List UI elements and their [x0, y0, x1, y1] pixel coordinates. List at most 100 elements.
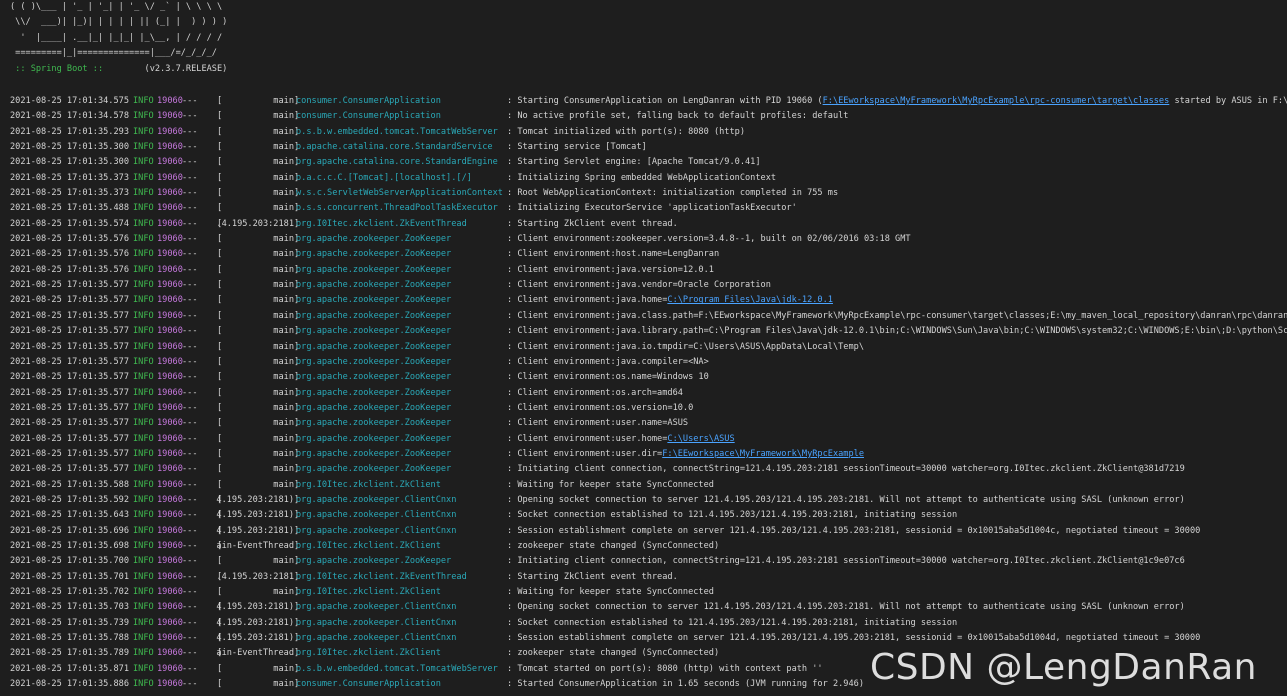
log-message: : Client environment:java.class.path=F:\… [507, 309, 1287, 324]
log-timestamp: 2021-08-25 17:01:35.577 [10, 295, 129, 306]
log-separator: --- [182, 587, 198, 597]
log-level: INFO [133, 464, 154, 475]
log-message: : Waiting for keeper state SyncConnected [507, 585, 714, 600]
log-pid: 19060 [157, 387, 183, 398]
log-message-text: : Initializing Spring embedded WebApplic… [507, 172, 777, 183]
log-path-link[interactable]: C:\Program Files\Java\jdk-12.0.1 [667, 295, 833, 305]
log-pid: 19060 [157, 218, 183, 229]
log-logger: org.apache.zookeeper.ZooKeeper [296, 402, 452, 413]
log-pid: 19060 [157, 464, 183, 475]
log-timestamp: 2021-08-25 17:01:35.488 [10, 203, 129, 214]
log-separator: --- [182, 464, 198, 475]
log-message: : Client environment:os.arch=amd64 [507, 386, 683, 401]
log-logger: org.apache.zookeeper.ZooKeeper [296, 356, 452, 367]
log-row: 2021-08-25 17:01:35.702 INFO 19060 --- main[… [10, 585, 1287, 600]
log-logger: org.apache.zookeeper.ZooKeeper [296, 234, 452, 245]
log-timestamp: 2021-08-25 17:01:35.588 [10, 479, 129, 490]
log-message-text: : Client environment:java.vendor=Oracle … [507, 280, 771, 291]
log-message-text: : Root WebApplicationContext: initializa… [507, 188, 839, 199]
log-message-text: : Tomcat started on port(s): 8080 (http)… [507, 663, 823, 674]
log-timestamp: 2021-08-25 17:01:35.702 [10, 587, 129, 597]
log-path-link[interactable]: C:\Users\ASUS [667, 434, 734, 444]
log-timestamp: 2021-08-25 17:01:35.577 [10, 372, 129, 383]
log-level: INFO [133, 295, 154, 306]
log-row: 2021-08-25 17:01:35.576 INFO 19060 --- main[… [10, 247, 1287, 262]
log-row: 2021-08-25 17:01:35.592 INFO 19060 --- 4.195… [10, 493, 1287, 508]
log-level: INFO [133, 341, 154, 352]
log-pid: 19060 [157, 341, 183, 352]
log-row: 2021-08-25 17:01:35.574 INFO 19060 --- .4.19… [10, 217, 1287, 232]
log-row: 2021-08-25 17:01:35.701 INFO 19060 --- .4.19… [10, 570, 1287, 585]
log-message-text: : Client environment:java.io.tmpdir=C:\U… [507, 341, 864, 352]
log-row: 2021-08-25 17:01:35.577 INFO 19060 --- main[… [10, 340, 1287, 355]
log-logger: org.I0Itec.zkclient.ZkEventThread [296, 218, 467, 229]
log-pid: 19060 [157, 617, 183, 628]
log-timestamp: 2021-08-25 17:01:35.576 [10, 264, 129, 275]
spring-boot-version-line: :: Spring Boot :: (v2.3.7.RELEASE) [10, 62, 227, 77]
log-timestamp: 2021-08-25 17:01:35.577 [10, 387, 129, 398]
log-level: INFO [133, 172, 154, 183]
log-path-link[interactable]: F:\EEworkspace\MyFramework\MyRpcExample\… [823, 96, 1170, 106]
log-logger: org.apache.zookeeper.ZooKeeper [296, 249, 452, 260]
log-level: INFO [133, 587, 154, 597]
log-separator: --- [182, 295, 198, 306]
spring-boot-version: (v2.3.7.RELEASE) [108, 63, 228, 74]
log-pid: 19060 [157, 479, 183, 490]
log-level: INFO [133, 679, 154, 690]
log-message-text: : Session establishment complete on serv… [507, 633, 1201, 644]
log-timestamp: 2021-08-25 17:01:35.574 [10, 218, 129, 229]
thread-open-bracket: [ [217, 587, 223, 597]
log-message-text: : Initiating client connection, connectS… [507, 464, 1185, 475]
log-row: 2021-08-25 17:01:35.577 INFO 19060 --- main[… [10, 462, 1287, 477]
log-pid: 19060 [157, 234, 183, 245]
log-level: INFO [133, 510, 154, 521]
log-timestamp: 2021-08-25 17:01:35.577 [10, 341, 129, 352]
log-separator: --- [182, 96, 198, 106]
thread-open-bracket: [ [217, 172, 223, 183]
log-message-text: : Starting Servlet engine: [Apache Tomca… [507, 157, 761, 168]
log-separator: --- [182, 157, 198, 168]
log-logger: org.I0Itec.zkclient.ZkClient [296, 540, 441, 551]
log-separator: --- [182, 633, 198, 644]
log-message: : Client environment:java.library.path=C… [507, 324, 1287, 339]
log-pid: 19060 [157, 142, 183, 153]
log-message-text: : Client environment:user.home= [507, 433, 668, 444]
log-separator: --- [182, 479, 198, 490]
log-pid: 19060 [157, 126, 183, 137]
log-message-text: : Client environment:java.compiler=<NA> [507, 356, 709, 367]
log-pid: 19060 [157, 295, 183, 306]
log-message-text: : Starting service [Tomcat] [507, 142, 647, 153]
log-row: 2021-08-25 17:01:35.300 INFO 19060 --- main[… [10, 155, 1287, 170]
log-message-text: : Started ConsumerApplication in 1.65 se… [507, 679, 864, 690]
log-separator: --- [182, 249, 198, 260]
log-separator: --- [182, 648, 198, 659]
log-message-text: : Client environment:java.class.path=F:\… [507, 310, 1287, 321]
banner-line: ( ( )\___ | '_ | '_| | '_ \/ _` | \ \ \ … [10, 2, 223, 12]
log-logger: org.apache.zookeeper.ZooKeeper [296, 418, 452, 429]
log-message: : Starting ZkClient event thread. [507, 570, 678, 585]
thread-open-bracket: [ [217, 341, 223, 352]
log-message: : Client environment:user.home=C:\Users\… [507, 432, 735, 447]
log-level: INFO [133, 448, 154, 459]
thread-open-bracket: [ [217, 326, 223, 337]
log-row: 2021-08-25 17:01:34.578 INFO 19060 --- main[… [10, 109, 1287, 124]
log-timestamp: 2021-08-25 17:01:35.871 [10, 663, 129, 674]
log-separator: --- [182, 494, 198, 505]
log-separator: --- [182, 310, 198, 321]
log-logger: org.apache.zookeeper.ZooKeeper [296, 341, 452, 352]
log-logger: org.I0Itec.zkclient.ZkClient [296, 587, 441, 597]
log-message-text: : Starting ZkClient event thread. [507, 571, 678, 582]
csdn-watermark: CSDN @LengDanRan [869, 647, 1257, 688]
console-output[interactable]: ( ( )\___ | '_ | '_| | '_ \/ _` | \ \ \ … [0, 0, 1287, 696]
thread-open-bracket: [ [217, 679, 223, 690]
log-row: 2021-08-25 17:01:35.577 INFO 19060 --- main[… [10, 324, 1287, 339]
log-level: INFO [133, 433, 154, 444]
log-timestamp: 2021-08-25 17:01:35.696 [10, 525, 129, 536]
log-separator: --- [182, 234, 198, 245]
log-path-link[interactable]: F:\EEworkspace\MyFramework\MyRpcExample [662, 449, 864, 459]
log-message-text: : Client environment:zookeeper.version=3… [507, 234, 911, 245]
log-separator: --- [182, 111, 198, 122]
log-pid: 19060 [157, 249, 183, 260]
log-level: INFO [133, 479, 154, 490]
log-separator: --- [182, 264, 198, 275]
